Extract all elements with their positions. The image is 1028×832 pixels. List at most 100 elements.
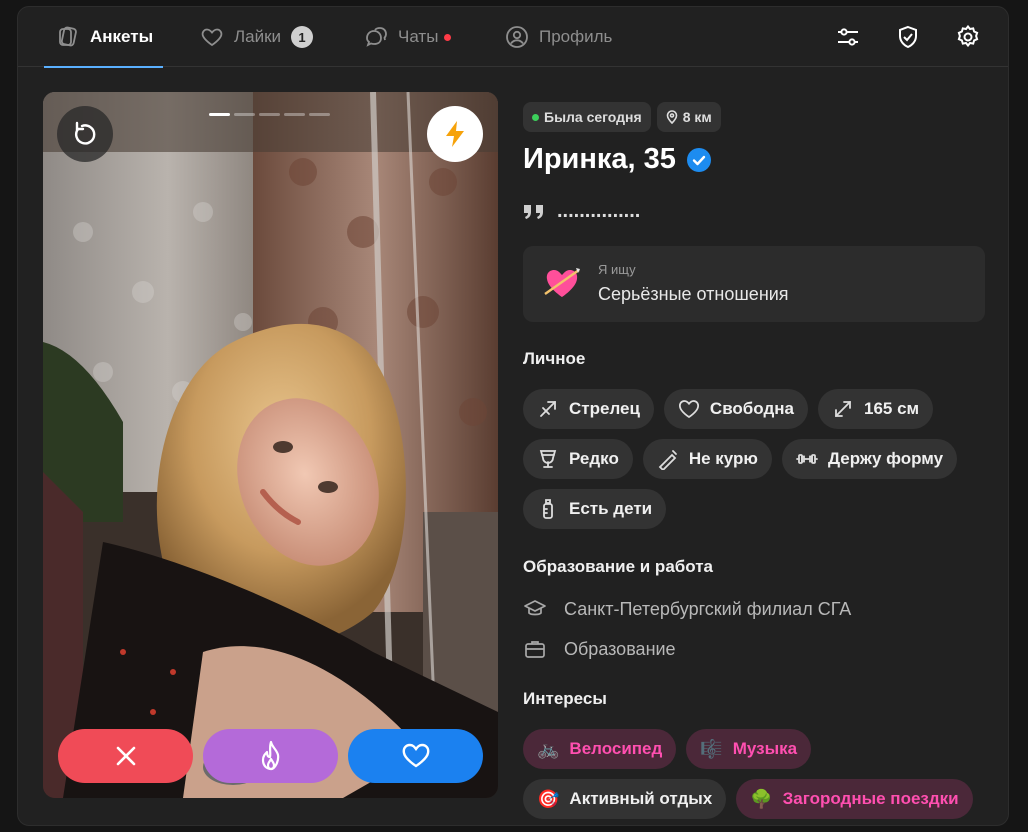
superlike-fire-icon (261, 740, 279, 771)
music-score-icon: 🎼 (700, 738, 723, 759)
fitness-pill: Держу форму (781, 439, 958, 479)
interest-pill-bicycle: 🚲 Велосипед (523, 729, 677, 769)
superlike-button[interactable] (203, 729, 338, 783)
profile-name: Иринка, 35 (523, 143, 712, 176)
interest-pill-music: 🎼 Музыка (686, 729, 812, 769)
name-age-text: Иринка, 35 (523, 143, 676, 175)
like-heart-icon (402, 743, 429, 768)
dumbbell-icon (796, 454, 818, 464)
interests-row: 🎯 Активный отдых 🌳 Загородные поездки (523, 779, 973, 819)
distance-chip: 8 км (656, 102, 721, 132)
distance-text: 8 км (682, 109, 712, 125)
height-text: 165 см (863, 399, 920, 418)
education-row: Образование (523, 637, 676, 661)
dislike-x-icon (116, 746, 135, 766)
relationship-pill: Свободна (663, 389, 808, 429)
bio-text: ............... (557, 200, 641, 222)
no-smoking-icon (658, 450, 677, 470)
app-window: Анкеты Лайки 1 Чаты Профиль Была сегодня… (17, 6, 1009, 826)
undo-icon (75, 121, 96, 145)
slide-indicator (234, 113, 255, 116)
personal-row: Стрелец Свободна 165 см (523, 389, 934, 429)
briefcase-icon (525, 641, 545, 658)
looking-for-value: Серьёзные отношения (598, 284, 789, 304)
settings-icon[interactable] (955, 24, 981, 50)
personal-row: Редко Не курю Держу форму (523, 439, 958, 479)
tab-cards[interactable]: Анкеты (43, 7, 164, 68)
slide-indicator (259, 113, 280, 116)
education-text: Образование (564, 638, 676, 659)
tree-icon: 🌳 (750, 788, 773, 809)
personal-section-title: Личное (523, 349, 586, 368)
kids-text: Есть дети (569, 499, 653, 518)
bio: ............... (523, 200, 640, 223)
smoking-pill: Не курю (642, 439, 772, 479)
wine-glass-icon (539, 450, 557, 468)
interest-label: Загородные поездки (782, 789, 959, 808)
interests-row: 🚲 Велосипед 🎼 Музыка (523, 729, 812, 769)
looking-for-label: Я ищу (598, 262, 636, 277)
looking-for-card: Я ищу Серьёзные отношения (523, 246, 985, 322)
online-dot (532, 113, 539, 121)
tab-likes-label: Лайки (234, 27, 282, 46)
expand-arrows-icon (835, 401, 851, 417)
heart-outline-icon (678, 400, 699, 419)
like-button[interactable] (348, 729, 483, 783)
shield-check-icon[interactable] (895, 24, 921, 50)
location-pin-icon (666, 110, 677, 124)
interests-section-title: Интересы (523, 689, 607, 708)
bicycle-icon: 🚲 (537, 738, 560, 759)
status-chips: Была сегодня 8 км (523, 102, 721, 132)
tab-likes[interactable]: Лайки 1 (200, 7, 314, 67)
chat-icon (366, 27, 387, 47)
kids-pill: Есть дети (523, 489, 667, 529)
university-text: Санкт-Петербургский филиал СГА (564, 598, 852, 619)
drinking-text: Редко (569, 449, 619, 468)
sagittarius-icon (540, 401, 556, 417)
zodiac-pill: Стрелец (523, 389, 654, 429)
likes-count-badge: 1 (291, 26, 314, 48)
cards-icon (59, 26, 77, 47)
baby-bottle-icon (543, 499, 553, 519)
boost-lightning-icon (446, 121, 464, 147)
interest-label: Велосипед (569, 739, 663, 758)
height-pill: 165 см (817, 389, 934, 429)
top-nav: Анкеты Лайки 1 Чаты Профиль (18, 7, 1008, 68)
profile-photo-card[interactable] (43, 92, 498, 798)
relationship-text: Свободна (709, 399, 794, 418)
quote-icon (524, 204, 543, 219)
university-row: Санкт-Петербургский филиал СГА (523, 597, 851, 621)
interest-pill-country-trips: 🌳 Загородные поездки (736, 779, 973, 819)
profile-photo (43, 92, 498, 798)
verified-badge-icon (686, 147, 711, 172)
interest-label: Активный отдых (569, 789, 713, 808)
zodiac-text: Стрелец (569, 399, 640, 418)
tab-profile-label: Профиль (539, 27, 613, 46)
heart-arrow-icon (544, 268, 580, 297)
profile-icon (506, 26, 528, 48)
online-status-chip: Была сегодня (523, 102, 651, 132)
slide-indicator (309, 113, 330, 116)
education-section-title: Образование и работа (523, 557, 714, 576)
tab-chats[interactable]: Чаты (364, 7, 452, 67)
slide-indicator (209, 113, 230, 116)
target-icon: 🎯 (537, 788, 560, 809)
dislike-button[interactable] (58, 729, 193, 783)
slide-progress (209, 113, 330, 116)
tab-chats-label: Чаты (398, 27, 439, 46)
personal-row: Есть дети (523, 489, 667, 529)
tab-cards-label: Анкеты (90, 27, 154, 46)
fitness-text: Держу форму (827, 449, 944, 468)
heart-icon (201, 28, 223, 47)
boost-button[interactable] (427, 106, 483, 162)
drinking-pill: Редко (523, 439, 633, 479)
undo-button[interactable] (57, 106, 113, 162)
online-status-text: Была сегодня (544, 109, 642, 125)
tab-profile[interactable]: Профиль (505, 7, 612, 67)
smoking-text: Не курю (688, 449, 758, 468)
interest-pill-active-rest: 🎯 Активный отдых (523, 779, 727, 819)
filters-icon[interactable] (835, 24, 861, 50)
unread-dot (444, 33, 452, 41)
graduation-cap-icon (524, 600, 546, 616)
interest-label: Музыка (732, 739, 798, 758)
